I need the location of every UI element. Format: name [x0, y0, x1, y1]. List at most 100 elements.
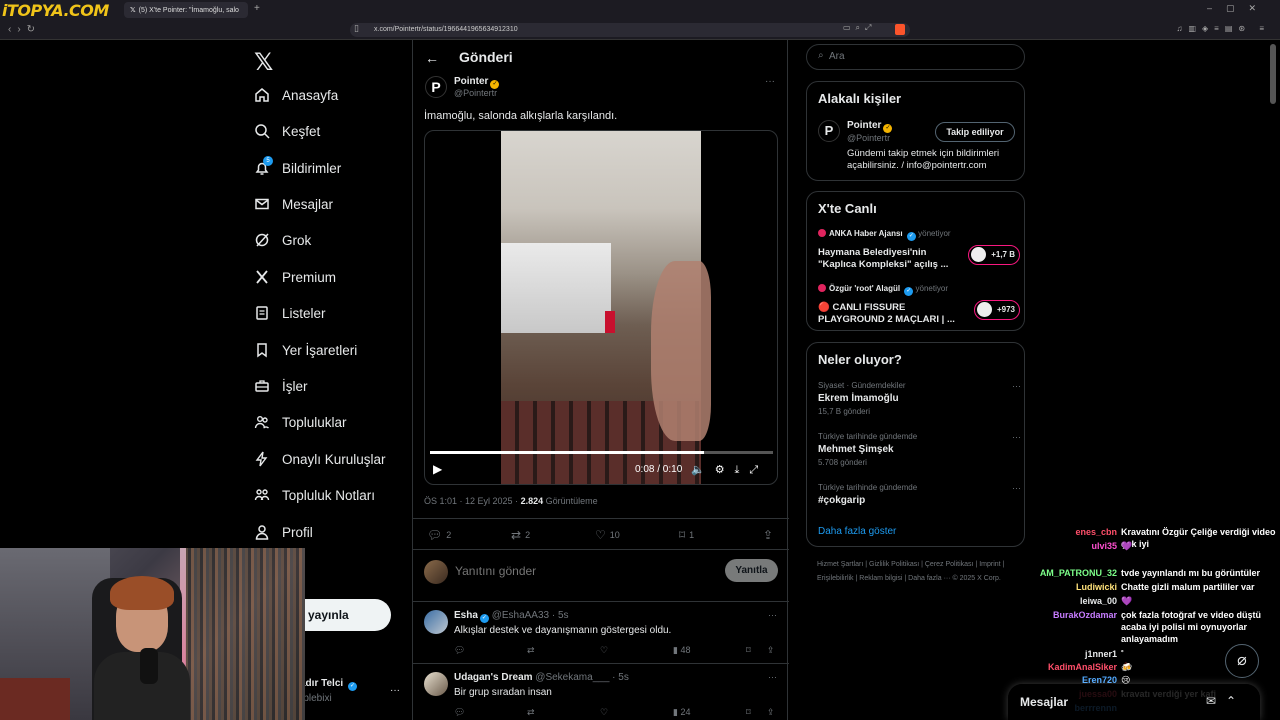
trend-more-icon[interactable]: ···	[1012, 483, 1021, 493]
bookmark-icon[interactable]: ⌑	[746, 645, 751, 656]
author-handle[interactable]: @Pointertr	[454, 88, 497, 98]
following-button[interactable]: Takip ediliyor	[935, 122, 1015, 142]
reply-more-icon[interactable]: ···	[768, 610, 777, 620]
related-avatar[interactable]: P	[818, 120, 840, 142]
share-icon[interactable]: ⇪	[767, 707, 775, 718]
trend-count: 15,7 B gönderi	[818, 407, 871, 416]
bookmark-icon[interactable]: ⌑	[746, 707, 751, 718]
repost-icon[interactable]: ⇄	[527, 707, 535, 718]
search-input[interactable]	[829, 51, 1009, 62]
bookmark-page-icon[interactable]: ▯	[354, 23, 359, 34]
reply-icon[interactable]: 💬︎	[454, 645, 465, 656]
nav-item-10[interactable]: Onaylı Kuruluşlar	[254, 447, 386, 471]
reply-item[interactable]: Esha ✓ @EshaAA33 · 5s ··· Alkışlar destek v…	[413, 602, 789, 664]
window-controls[interactable]: –▢✕	[1207, 3, 1270, 14]
reply-item[interactable]: Udagan's Dream @Sekekama___ · 5s ··· Bir g…	[413, 664, 789, 720]
new-tab-icon[interactable]: +	[254, 3, 260, 14]
trend-item[interactable]: Türkiye tarihinde gündemde Mehmet Şimşek 5…	[818, 432, 1021, 467]
trend-item[interactable]: Siyaset · Gündemdekiler Ekrem İmamoğlu 15,…	[818, 381, 1021, 416]
my-avatar	[424, 560, 448, 584]
nav-item-2[interactable]: 5 Bildirimler	[254, 156, 341, 180]
grok-fab-icon[interactable]: ⌀	[1225, 644, 1259, 678]
live-item[interactable]: ANKA Haber Ajansı ✓ yönetiyor Haymana Bel…	[818, 229, 1020, 271]
nav-item-6[interactable]: Listeler	[254, 301, 326, 325]
live-listener-count[interactable]: +1,7 B	[968, 245, 1020, 265]
nav-buttons[interactable]: ‹›↻	[8, 24, 41, 35]
x-logo-icon[interactable]: 𝕏	[254, 48, 273, 76]
nav-item-12[interactable]: Profil	[254, 520, 313, 544]
messages-drawer[interactable]: Mesajlar ✉︎⌃	[1008, 684, 1260, 720]
repost-icon: ⇄	[511, 528, 522, 542]
video-frame[interactable]	[501, 131, 711, 484]
notification-badge: 5	[263, 156, 273, 166]
share-action[interactable]: ⇪	[763, 528, 777, 542]
reply-button[interactable]: Yanıtla	[725, 559, 778, 582]
search-box[interactable]: ⌕	[806, 44, 1025, 70]
heart-icon[interactable]: ♡	[600, 645, 608, 656]
nav-item-5[interactable]: Premium	[254, 265, 336, 289]
video-progress-bar[interactable]	[430, 451, 773, 454]
show-more-link[interactable]: Daha fazla göster	[818, 526, 896, 537]
post-more-icon[interactable]: ···	[765, 76, 775, 87]
notes-icon	[254, 487, 270, 503]
listener-avatar-icon	[971, 247, 987, 262]
video-controls[interactable]: 🔈⚙⤓⤢	[691, 463, 768, 477]
related-people-card: Alakalı kişiler P Pointer ✓ @Pointertr Ta…	[806, 81, 1025, 181]
reply-header[interactable]: Esha ✓ @EshaAA33 · 5s	[454, 610, 569, 623]
bookmark-action[interactable]: ⌑ 1	[679, 528, 694, 542]
account-switcher[interactable]: adır Telci ✓ rplebixi	[300, 678, 357, 704]
repost-icon[interactable]: ⇄	[527, 645, 535, 656]
live-listener-count[interactable]: +973	[973, 300, 1020, 320]
url-action-icons[interactable]: ▭⌕⤢	[843, 23, 876, 33]
like-action[interactable]: ♡ 10	[595, 528, 620, 542]
nav-item-3[interactable]: Mesajlar	[254, 192, 333, 216]
nav-item-7[interactable]: Yer İşaretleri	[254, 338, 357, 362]
video-player[interactable]: ▶ 0:08 / 0:10 🔈⚙⤓⤢	[424, 130, 778, 485]
verified-icon: ✓	[479, 614, 489, 623]
reply-input[interactable]	[455, 564, 715, 578]
nav-item-9[interactable]: Topluluklar	[254, 410, 347, 434]
views-icon[interactable]: ▮ 48	[673, 645, 690, 656]
reply-icon[interactable]: 💬︎	[454, 707, 465, 718]
url-field[interactable]: x.com/Pointertr/status/19664419656349123…	[350, 23, 910, 37]
footer-links[interactable]: Hizmet Şartları | Gizlilik Politikası | …	[817, 558, 1022, 586]
reply-header[interactable]: Udagan's Dream @Sekekama___ · 5s	[454, 672, 629, 683]
nav-item-8[interactable]: İşler	[254, 374, 308, 398]
brave-shield-icon[interactable]	[895, 24, 905, 35]
reply-avatar[interactable]	[424, 610, 448, 634]
trend-context: Türkiye tarihinde gündemde	[818, 483, 918, 492]
related-handle[interactable]: @Pointertr	[847, 133, 890, 143]
views-icon[interactable]: ▮ 24	[673, 707, 690, 718]
reply-more-icon[interactable]: ···	[768, 672, 777, 682]
author-avatar[interactable]: P	[425, 76, 447, 98]
x-icon	[254, 269, 270, 285]
nav-item-4[interactable]: Grok	[254, 228, 311, 252]
nav-item-label: Keşfet	[282, 123, 321, 139]
live-item[interactable]: Özgür 'root' Alagül ✓ yönetiyor 🔴 CANLI F…	[818, 284, 1020, 326]
nav-item-0[interactable]: Anasayfa	[254, 83, 338, 107]
nav-item-11[interactable]: Topluluk Notları	[254, 483, 375, 507]
heart-icon[interactable]: ♡	[600, 707, 608, 718]
drawer-icons[interactable]: ✉︎⌃	[1206, 694, 1246, 708]
person-icon	[254, 524, 270, 540]
reply-text: Bir grup sıradan insan	[454, 687, 552, 698]
trend-more-icon[interactable]: ···	[1012, 381, 1021, 391]
scrollbar[interactable]	[1270, 44, 1276, 104]
trend-item[interactable]: Türkiye tarihinde gündemde #çokgarip ···	[818, 483, 1021, 509]
view-count: 2.824	[520, 496, 544, 506]
share-icon[interactable]: ⇪	[767, 645, 775, 656]
reply-action[interactable]: 💬︎ 2	[427, 528, 451, 542]
play-icon[interactable]: ▶	[433, 462, 442, 476]
more-icon[interactable]: ···	[390, 685, 400, 696]
reply-avatar[interactable]	[424, 672, 448, 696]
nav-item-label: Onaylı Kuruluşlar	[282, 451, 386, 467]
trend-more-icon[interactable]: ···	[1012, 432, 1021, 442]
trends-title: Neler oluyor?	[818, 352, 902, 367]
list-icon	[254, 305, 270, 321]
browser-tab[interactable]: 𝕏 (5) X'te Pointer: "İmamoğlu, salo	[124, 2, 248, 18]
repost-action[interactable]: ⇄ 2	[511, 528, 530, 542]
related-name[interactable]: Pointer ✓	[847, 120, 893, 133]
extension-icons[interactable]: ♫▥◈≡▤⊛ ≡	[1176, 24, 1270, 33]
nav-item-1[interactable]: Keşfet	[254, 119, 320, 143]
back-arrow-icon[interactable]: ←	[425, 50, 439, 66]
